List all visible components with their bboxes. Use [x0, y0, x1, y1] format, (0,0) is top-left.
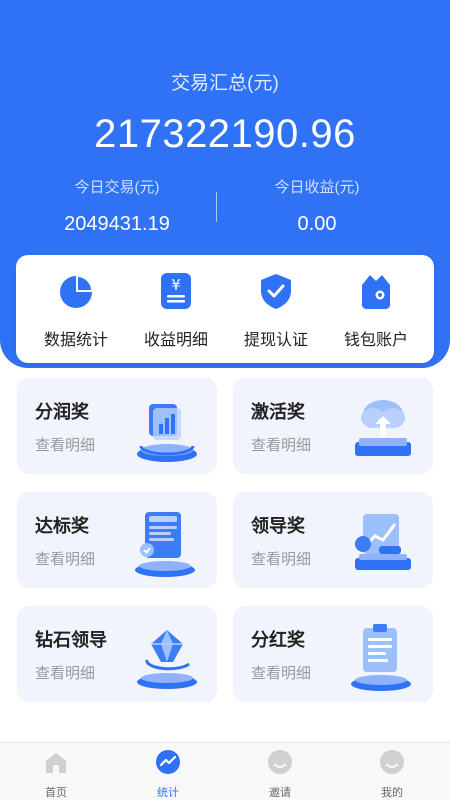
summary-total: 217322190.96	[94, 112, 356, 156]
reward-title: 分红奖	[251, 630, 305, 650]
quick-actions-card: 数据统计 ¥ 收益明细 提现认证 钱包账户	[16, 255, 434, 363]
tab-label: 邀请	[269, 787, 291, 799]
line-chart-podium-icon	[355, 514, 411, 570]
today-trade-label: 今日交易(元)	[74, 179, 160, 196]
tab-label: 我的	[381, 787, 403, 799]
reward-view-detail: 查看明细	[251, 551, 312, 568]
reward-card-leader[interactable]: 领导奖 查看明细	[233, 492, 433, 588]
reward-view-detail: 查看明细	[35, 437, 96, 454]
tab-home[interactable]: 首页	[0, 749, 112, 800]
reward-title: 激活奖	[251, 402, 305, 422]
tab-profile[interactable]: 我的	[336, 749, 448, 800]
today-income-value: 0.00	[297, 213, 337, 235]
summary-title: 交易汇总(元)	[171, 73, 279, 94]
app-root: 交易汇总(元) 217322190.96 今日交易(元) 2049431.19 …	[0, 0, 450, 800]
reward-card-diamond-leader[interactable]: 钻石领导 查看明细	[17, 606, 217, 702]
tab-label: 统计	[157, 787, 179, 799]
quick-action-label: 提现认证	[243, 332, 308, 349]
reward-card-target[interactable]: 达标奖 查看明细	[17, 492, 217, 588]
reward-view-detail: 查看明细	[251, 665, 312, 682]
profile-icon	[380, 750, 404, 774]
quick-action-label: 数据统计	[43, 332, 108, 349]
tab-stats[interactable]: 统计	[112, 749, 224, 800]
reward-card-profit-share[interactable]: 分润奖 查看明细	[17, 378, 217, 474]
pie-chart-icon	[60, 276, 92, 308]
reward-card-activation[interactable]: 激活奖 查看明细	[233, 378, 433, 474]
cloud-podium-icon	[355, 400, 411, 456]
reward-title: 分润奖	[35, 402, 89, 422]
reward-title: 钻石领导	[35, 630, 107, 650]
check-shield-icon	[261, 274, 291, 309]
quick-action-wallet[interactable]: 钱包账户	[324, 271, 428, 350]
diamond-podium-icon	[137, 630, 197, 689]
tab-label: 首页	[45, 787, 67, 799]
reward-view-detail: 查看明细	[251, 437, 312, 454]
quick-action-data-stats[interactable]: 数据统计	[24, 271, 128, 350]
tab-invite[interactable]: 邀请	[224, 749, 336, 800]
quick-action-income-detail[interactable]: ¥ 收益明细	[124, 271, 228, 350]
stats-icon	[156, 750, 180, 774]
bar-chart-podium-icon	[137, 404, 197, 462]
reward-view-detail: 查看明细	[35, 665, 96, 682]
reward-view-detail: 查看明细	[35, 551, 96, 568]
yuan-bill-icon: ¥	[161, 273, 191, 309]
today-trade-value: 2049431.19	[64, 213, 170, 235]
bottom-tab-bar: 首页 统计 邀请 我的	[0, 742, 450, 800]
quick-action-label: 钱包账户	[343, 332, 408, 349]
reward-title: 达标奖	[35, 516, 89, 536]
today-trade: 今日交易(元) 2049431.19	[17, 176, 217, 236]
reward-card-dividend[interactable]: 分红奖 查看明细	[233, 606, 433, 702]
today-income: 今日收益(元) 0.00	[217, 176, 417, 236]
svg-text:¥: ¥	[171, 276, 181, 294]
clipboard-podium-icon	[351, 624, 411, 691]
quick-action-withdraw-verify[interactable]: 提现认证	[224, 271, 328, 350]
reward-title: 领导奖	[251, 516, 305, 536]
document-podium-icon	[135, 512, 195, 577]
home-icon	[46, 753, 66, 773]
wallet-icon	[362, 275, 390, 309]
today-income-label: 今日收益(元)	[274, 179, 360, 196]
invite-icon	[268, 750, 292, 774]
quick-action-label: 收益明细	[143, 332, 208, 349]
